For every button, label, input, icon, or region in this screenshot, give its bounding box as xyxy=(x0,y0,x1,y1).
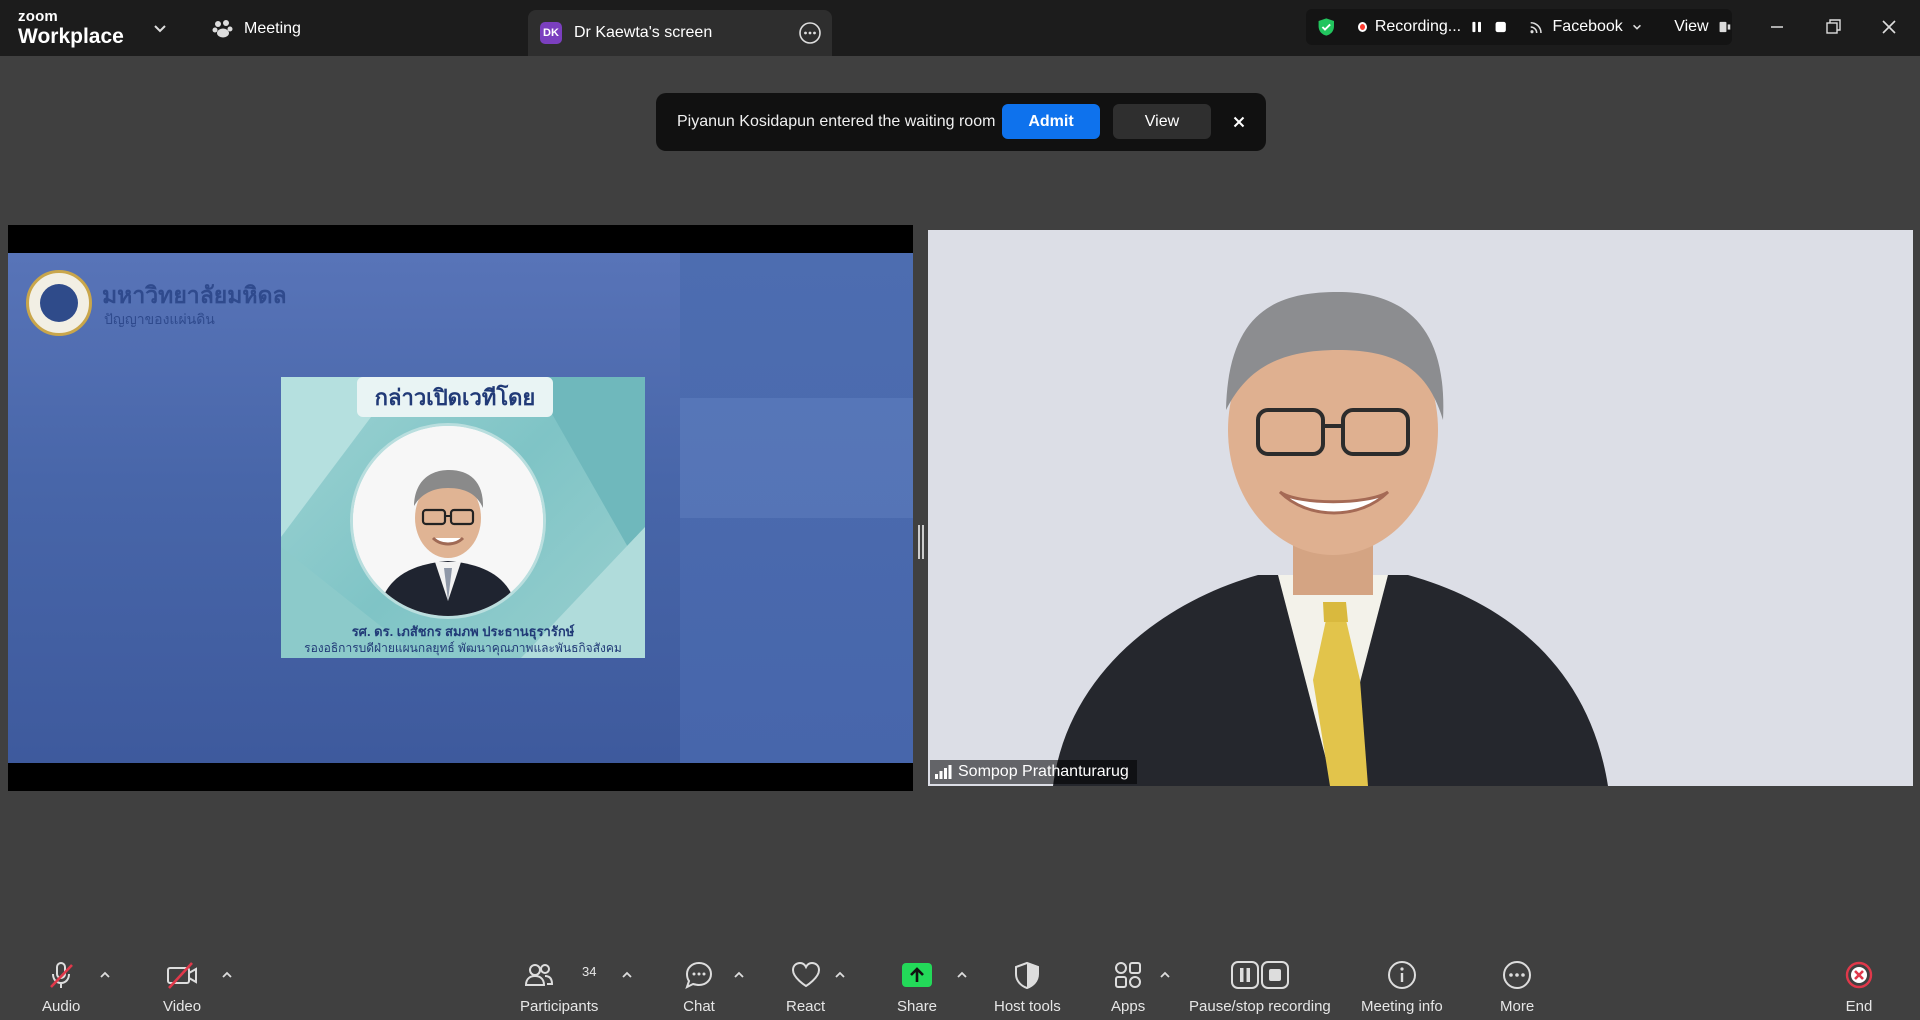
shield-icon xyxy=(1015,961,1040,990)
speaker-portrait xyxy=(350,423,546,619)
recording-controls: Recording... Facebook View xyxy=(1306,9,1732,45)
zoom-logo: zoom Workplace xyxy=(18,9,124,47)
video-label: Video xyxy=(163,998,202,1015)
pause-recording-icon[interactable] xyxy=(1469,18,1484,36)
participants-paw-icon xyxy=(212,20,233,38)
video-options-caret-icon[interactable] xyxy=(220,968,234,982)
card-title: กล่าวเปิดเวทีโดย xyxy=(357,377,553,417)
view-menu-button[interactable]: View xyxy=(1674,18,1708,36)
video-camera-off-icon xyxy=(167,962,198,989)
audio-button[interactable]: Audio xyxy=(42,958,80,1015)
pause-stop-recording-icon xyxy=(1230,961,1289,989)
admit-button[interactable]: Admit xyxy=(1002,104,1100,139)
apps-grid-icon xyxy=(1115,962,1142,988)
chat-options-caret-icon[interactable] xyxy=(732,968,746,982)
close-window-icon[interactable] xyxy=(1874,12,1904,42)
meeting-info-button[interactable]: Meeting info xyxy=(1361,958,1443,1015)
university-motto: ปัญญาของแผ่นดิน xyxy=(104,311,215,327)
chat-bubble-icon xyxy=(685,961,713,989)
university-seal-logo xyxy=(26,270,92,336)
tab-meeting-label: Meeting xyxy=(244,20,301,37)
react-options-caret-icon[interactable] xyxy=(833,968,847,982)
shared-screen[interactable]: มหาวิทยาลัยมหิดล ปัญญาของแผ่นดิน กล่าวเป… xyxy=(8,225,913,791)
chat-button[interactable]: Chat xyxy=(682,958,716,1015)
split-resize-handle[interactable] xyxy=(918,525,924,559)
view-waiting-room-button[interactable]: View xyxy=(1113,104,1211,139)
participant-video[interactable]: Sompop Prathanturarug xyxy=(928,230,1913,786)
end-meeting-icon xyxy=(1845,961,1873,989)
logo-top-text: zoom xyxy=(18,8,58,25)
react-label: React xyxy=(786,998,826,1015)
avatar: DK xyxy=(540,22,562,44)
waiting-room-notification: Piyanun Kosidapun entered the waiting ro… xyxy=(656,93,1266,151)
end-label: End xyxy=(1845,998,1873,1015)
close-icon[interactable] xyxy=(1227,110,1251,134)
tab-meeting[interactable]: Meeting xyxy=(212,16,301,42)
chevron-down-icon[interactable] xyxy=(1631,20,1643,34)
meeting-info-label: Meeting info xyxy=(1361,998,1443,1015)
microphone-muted-icon xyxy=(50,962,74,988)
signal-strength-icon xyxy=(935,765,952,779)
tab-screen-label: Dr Kaewta's screen xyxy=(574,24,713,41)
speaker-photo-image xyxy=(353,426,543,616)
recording-status: Recording... xyxy=(1374,18,1462,35)
video-button[interactable]: Video xyxy=(163,958,201,1015)
stream-target-button[interactable]: Facebook xyxy=(1553,18,1623,36)
pause-stop-recording-label: Pause/stop recording xyxy=(1189,998,1331,1015)
chat-label: Chat xyxy=(683,998,715,1015)
top-bar: zoom Workplace Meeting DK Dr Kaewta's sc… xyxy=(0,0,1920,56)
restore-icon[interactable] xyxy=(1818,12,1848,42)
participant-count-badge: 34 xyxy=(582,964,597,979)
heart-icon xyxy=(791,961,820,988)
shield-check-icon xyxy=(1318,18,1334,36)
info-icon xyxy=(1387,961,1416,989)
speaker-card: กล่าวเปิดเวทีโดย รศ. ดร. เภสัชกร สมภพ ปร… xyxy=(281,377,645,658)
share-label: Share xyxy=(897,998,938,1015)
more-options-icon[interactable] xyxy=(798,21,822,45)
host-tools-button[interactable]: Host tools xyxy=(994,958,1061,1015)
apps-button[interactable]: Apps xyxy=(1111,958,1145,1015)
tab-shared-screen[interactable]: DK Dr Kaewta's screen xyxy=(528,10,832,56)
audio-options-caret-icon[interactable] xyxy=(98,968,112,982)
participant-name-tag: Sompop Prathanturarug xyxy=(930,760,1137,784)
participants-icon xyxy=(525,964,554,986)
apps-label: Apps xyxy=(1111,998,1146,1015)
stop-recording-icon[interactable] xyxy=(1493,18,1508,36)
share-button[interactable]: Share xyxy=(897,958,937,1015)
speaker-role: รองอธิการบดีฝ่ายแผนกลยุทธ์ พัฒนาคุณภาพแล… xyxy=(304,641,622,655)
presentation-slide: มหาวิทยาลัยมหิดล ปัญญาของแผ่นดิน กล่าวเป… xyxy=(8,253,913,763)
more-label: More xyxy=(1500,998,1535,1015)
more-button[interactable]: More xyxy=(1500,958,1534,1015)
minimize-icon[interactable] xyxy=(1762,12,1792,42)
react-button[interactable]: React xyxy=(786,958,825,1015)
pause-stop-recording-button[interactable]: Pause/stop recording xyxy=(1189,958,1331,1015)
recording-dot-icon xyxy=(1357,22,1367,32)
participant-name: Sompop Prathanturarug xyxy=(958,763,1129,780)
chevron-down-icon[interactable] xyxy=(150,18,170,38)
slide-side-panel xyxy=(680,253,913,763)
meeting-toolbar: Audio Video Participants 34 Chat React S… xyxy=(0,948,1920,1020)
end-meeting-button[interactable]: End xyxy=(1842,958,1876,1015)
participants-label: Participants xyxy=(520,998,599,1015)
notification-message: Piyanun Kosidapun entered the waiting ro… xyxy=(677,113,996,130)
share-options-caret-icon[interactable] xyxy=(955,968,969,982)
host-tools-label: Host tools xyxy=(994,998,1061,1015)
more-dots-icon xyxy=(1503,961,1532,989)
audio-label: Audio xyxy=(42,998,81,1015)
view-layout-icon[interactable] xyxy=(1717,18,1732,36)
logo-bottom-text: Workplace xyxy=(18,25,124,48)
live-stream-icon xyxy=(1530,21,1542,34)
share-screen-icon xyxy=(902,963,933,987)
participants-options-caret-icon[interactable] xyxy=(620,968,634,982)
participant-video-feed xyxy=(928,230,1913,786)
apps-options-caret-icon[interactable] xyxy=(1158,968,1172,982)
